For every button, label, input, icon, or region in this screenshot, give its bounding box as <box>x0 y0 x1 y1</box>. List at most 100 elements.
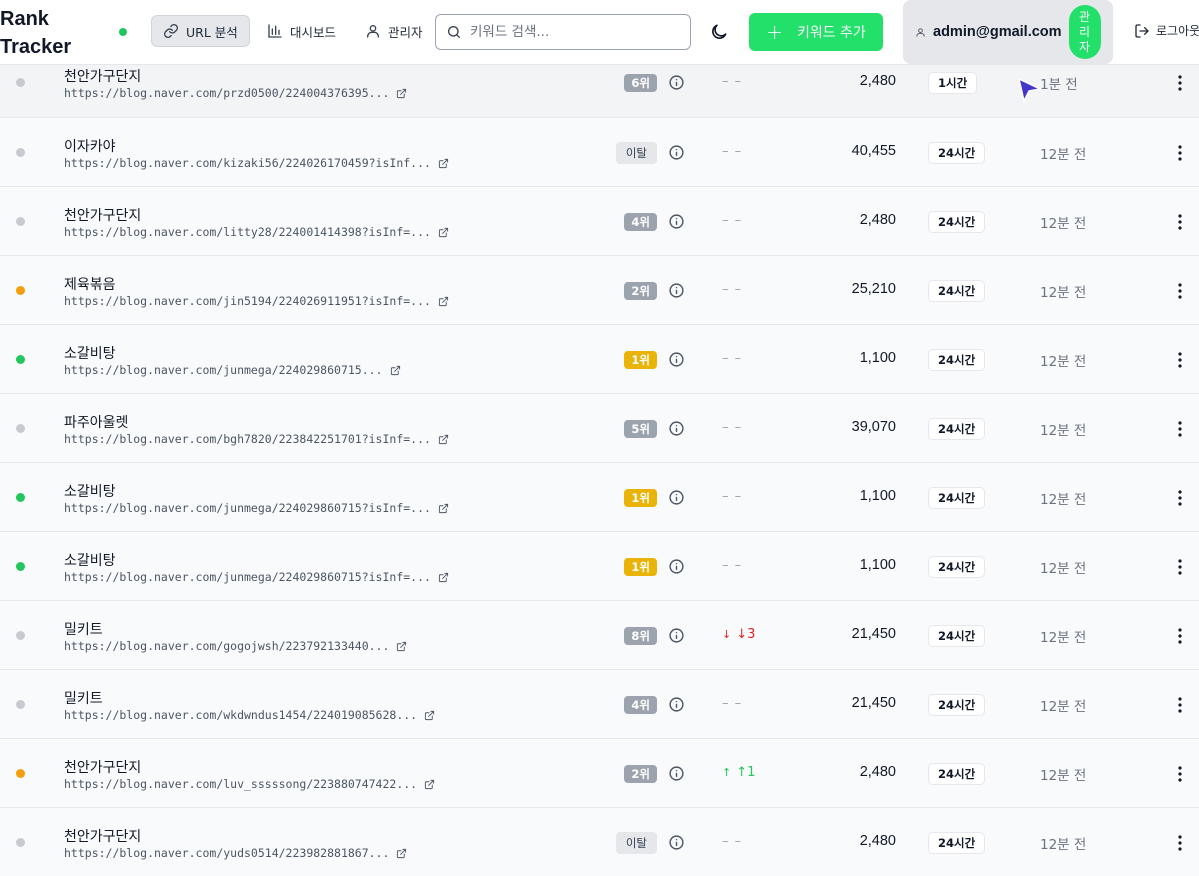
rank-change: – – <box>722 696 743 711</box>
status-dot <box>16 838 25 847</box>
nav-admin[interactable]: 관리자 <box>354 15 434 47</box>
keyword-row[interactable]: 천안가구단지 https://blog.naver.com/litty28/224… <box>0 187 1199 256</box>
more-options-icon[interactable] <box>1172 74 1188 92</box>
check-interval-badge: 24시간 <box>928 280 986 302</box>
external-link-icon[interactable] <box>424 779 435 790</box>
post-url-text: https://blog.naver.com/bgh7820/223842251… <box>64 432 431 446</box>
keyword-row[interactable]: 소갈비탕 https://blog.naver.com/junmega/22402… <box>0 532 1199 601</box>
rank-badge: 1위 <box>624 558 657 576</box>
rank-change: ↑ ↑1 <box>722 765 755 780</box>
rank-badge: 4위 <box>624 213 657 231</box>
external-link-icon[interactable] <box>438 503 449 514</box>
more-options-icon[interactable] <box>1172 282 1188 300</box>
info-icon[interactable] <box>668 74 685 91</box>
add-keyword-button[interactable]: + 키워드 추가 <box>749 13 883 51</box>
more-options-icon[interactable] <box>1172 558 1188 576</box>
more-options-icon[interactable] <box>1172 213 1188 231</box>
keyword-row[interactable]: 소갈비탕 https://blog.naver.com/junmega/22402… <box>0 325 1199 394</box>
post-url-text: https://blog.naver.com/kizaki56/22402617… <box>64 156 431 170</box>
info-icon[interactable] <box>668 834 685 851</box>
last-checked: 12분 전 <box>1040 630 1087 646</box>
post-url-text: https://blog.naver.com/yuds0514/22398288… <box>64 846 390 860</box>
keyword-row[interactable]: 밀키트 https://blog.naver.com/gogojwsh/22379… <box>0 601 1199 670</box>
nav-admin-label: 관리자 <box>388 24 423 40</box>
info-icon[interactable] <box>668 282 685 299</box>
check-interval-badge: 24시간 <box>928 832 986 854</box>
keyword-row[interactable]: 밀키트 https://blog.naver.com/wkdwndus1454/2… <box>0 670 1199 739</box>
search-input[interactable] <box>470 24 670 40</box>
info-icon[interactable] <box>668 144 685 161</box>
external-link-icon[interactable] <box>438 227 449 238</box>
status-dot <box>16 493 25 502</box>
nav-dashboard[interactable]: 대시보드 <box>256 15 347 47</box>
nav-url-analysis[interactable]: URL 분석 <box>151 15 250 47</box>
more-options-icon[interactable] <box>1172 627 1188 645</box>
search-box <box>435 14 691 50</box>
info-icon[interactable] <box>668 558 685 575</box>
info-icon[interactable] <box>668 420 685 437</box>
post-url: https://blog.naver.com/wkdwndus1454/2240… <box>64 708 435 722</box>
nav-url-analysis-label: URL 분석 <box>186 24 238 40</box>
more-options-icon[interactable] <box>1172 696 1188 714</box>
info-icon[interactable] <box>668 489 685 506</box>
keyword: 제육볶음 <box>64 277 116 293</box>
last-checked: 12분 전 <box>1040 147 1087 163</box>
more-options-icon[interactable] <box>1172 144 1188 162</box>
more-options-icon[interactable] <box>1172 420 1188 438</box>
external-link-icon[interactable] <box>396 641 407 652</box>
post-url: https://blog.naver.com/bgh7820/223842251… <box>64 432 449 446</box>
info-icon[interactable] <box>668 696 685 713</box>
logout-button[interactable]: 로그아웃 <box>1134 22 1199 39</box>
check-interval-badge: 24시간 <box>928 418 986 440</box>
external-link-icon[interactable] <box>396 848 407 859</box>
external-link-icon[interactable] <box>438 572 449 583</box>
dark-mode-toggle-icon[interactable] <box>709 22 729 42</box>
post-url: https://blog.naver.com/gogojwsh/22379213… <box>64 639 407 653</box>
logout-label: 로그아웃 <box>1156 24 1199 38</box>
rank-badge: 1위 <box>624 489 657 507</box>
add-keyword-label: 키워드 추가 <box>796 25 866 41</box>
more-options-icon[interactable] <box>1172 489 1188 507</box>
rank-change: – – <box>722 558 743 573</box>
external-link-icon[interactable] <box>390 365 401 376</box>
keyword: 소갈비탕 <box>64 346 116 362</box>
keyword: 천안가구단지 <box>64 69 142 85</box>
rank-change: – – <box>722 351 743 366</box>
external-link-icon[interactable] <box>438 434 449 445</box>
more-options-icon[interactable] <box>1172 765 1188 783</box>
rank-change: – – <box>722 282 743 297</box>
status-dot <box>16 78 25 87</box>
info-icon[interactable] <box>668 627 685 644</box>
role-char: 관 <box>1079 9 1091 24</box>
keyword-row[interactable]: 제육볶음 https://blog.naver.com/jin5194/22402… <box>0 256 1199 325</box>
info-icon[interactable] <box>668 765 685 782</box>
status-dot <box>16 700 25 709</box>
nav-dashboard-label: 대시보드 <box>290 24 337 40</box>
search-volume: 21,450 <box>851 695 896 711</box>
user-menu[interactable]: admin@gmail.com 관 리 자 <box>903 0 1113 64</box>
keyword: 이자카야 <box>64 139 116 155</box>
search-volume: 25,210 <box>851 281 896 297</box>
keyword-row[interactable]: 파주아울렛 https://blog.naver.com/bgh7820/2238… <box>0 394 1199 463</box>
search-volume: 2,480 <box>859 73 896 89</box>
bar-chart-icon <box>268 24 282 38</box>
keyword-row[interactable]: 소갈비탕 https://blog.naver.com/junmega/22402… <box>0 463 1199 532</box>
more-options-icon[interactable] <box>1172 351 1188 369</box>
keyword-row[interactable]: 천안가구단지 https://blog.naver.com/luv_ssssson… <box>0 739 1199 808</box>
more-options-icon[interactable] <box>1172 834 1188 852</box>
check-interval-badge: 24시간 <box>928 556 986 578</box>
role-char: 리 <box>1079 24 1091 39</box>
last-checked: 12분 전 <box>1040 699 1087 715</box>
external-link-icon[interactable] <box>424 710 435 721</box>
external-link-icon[interactable] <box>396 88 407 99</box>
info-icon[interactable] <box>668 351 685 368</box>
external-link-icon[interactable] <box>438 158 449 169</box>
rank-change: – – <box>722 489 743 504</box>
keyword-row[interactable]: 천안가구단지 https://blog.naver.com/yuds0514/22… <box>0 808 1199 876</box>
role-badge: 관 리 자 <box>1068 5 1101 59</box>
check-interval-badge: 24시간 <box>928 142 986 164</box>
external-link-icon[interactable] <box>438 296 449 307</box>
info-icon[interactable] <box>668 213 685 230</box>
user-email: admin@gmail.com <box>933 24 1062 40</box>
keyword-row[interactable]: 이자카야 https://blog.naver.com/kizaki56/2240… <box>0 118 1199 187</box>
